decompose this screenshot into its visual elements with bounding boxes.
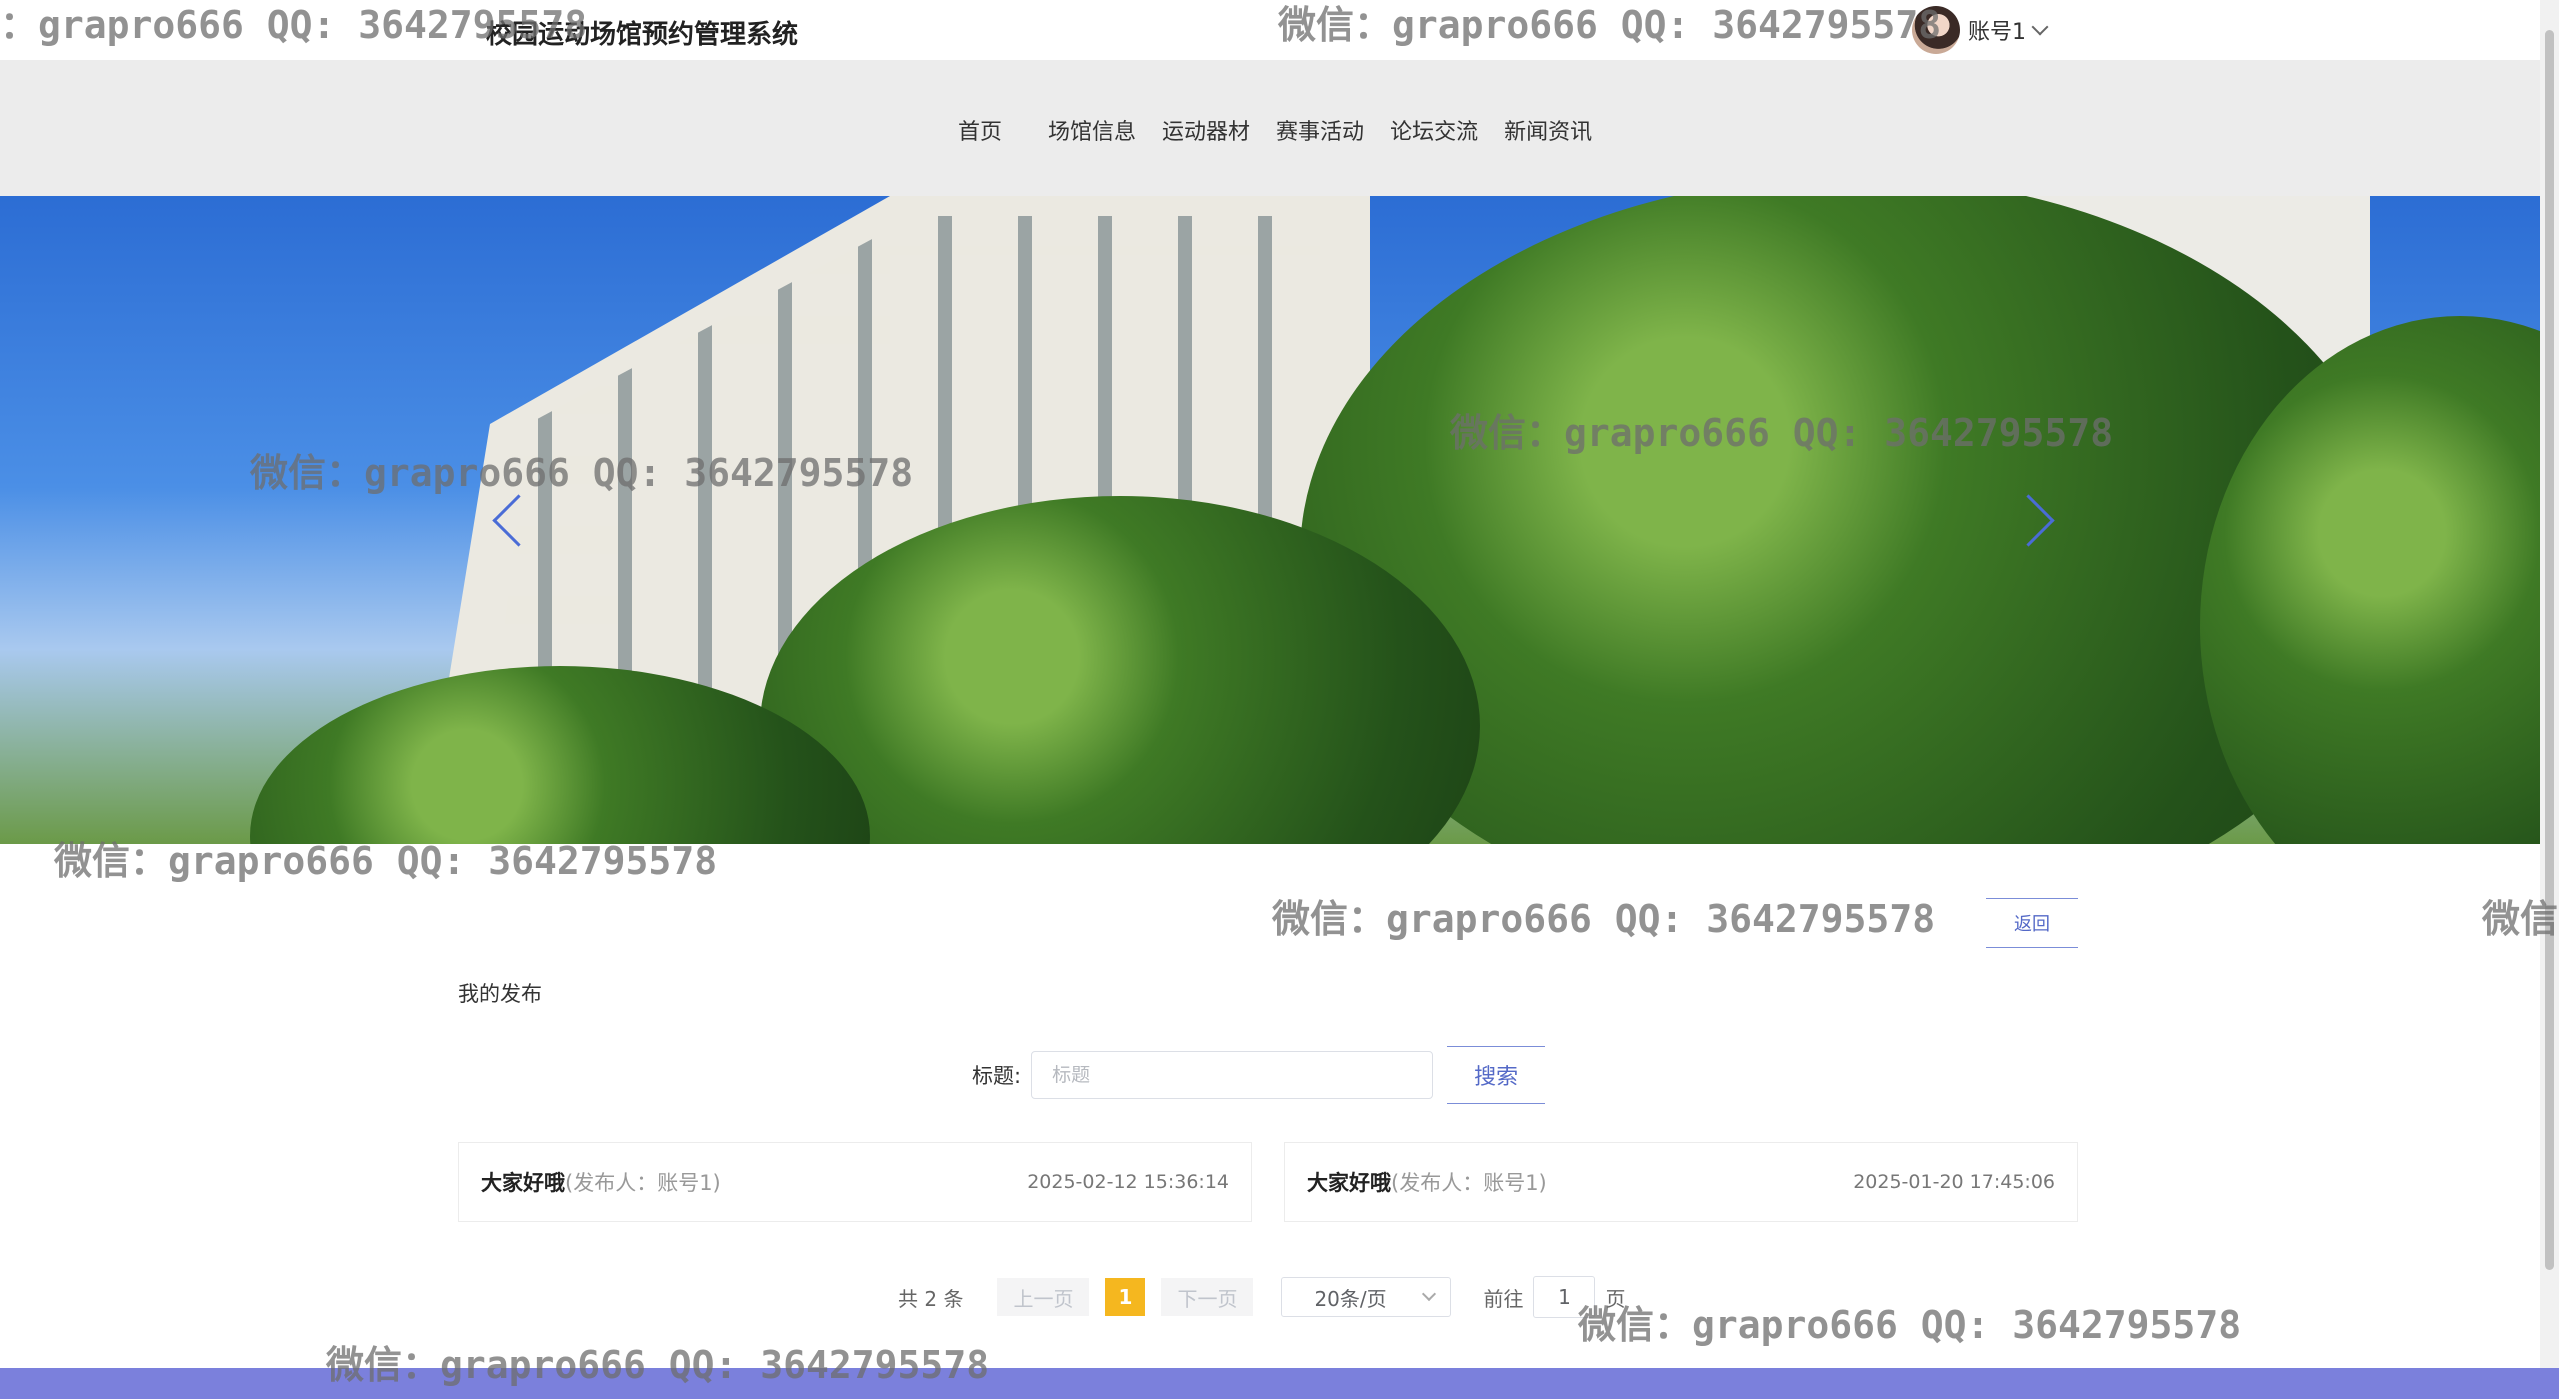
goto-label: 前往: [1483, 1286, 1524, 1311]
search-label: 标题:: [972, 1064, 1022, 1088]
back-button[interactable]: 返回: [1986, 898, 2078, 948]
pagination: 共 2 条 上一页 1 下一页 20条/页 前往 1 页: [898, 1276, 1625, 1318]
nav-item-equipment[interactable]: 运动器材: [1162, 114, 1250, 146]
avatar[interactable]: [1912, 6, 1960, 54]
search-bar: 标题: 搜索: [972, 1046, 1546, 1104]
site-title: 校园运动场馆预约管理系统: [486, 20, 799, 50]
watermark: 微信：grapro666 QQ: 3642795578: [1578, 1303, 2242, 1347]
next-page-button[interactable]: 下一页: [1161, 1278, 1254, 1316]
nav-item-forum[interactable]: 论坛交流: [1390, 114, 1478, 146]
list-item[interactable]: 大家好哦(发布人：账号1) 2025-01-20 17:45:06: [1284, 1142, 2078, 1222]
post-date: 2025-02-12 15:36:14: [1027, 1171, 1229, 1193]
page-suffix: 页: [1605, 1286, 1626, 1311]
page-jump-input[interactable]: 1: [1533, 1276, 1596, 1318]
page-size-select[interactable]: 20条/页: [1281, 1277, 1452, 1317]
post-author: (发布人：账号1): [1391, 1171, 1547, 1195]
list-item[interactable]: 大家好哦(发布人：账号1) 2025-02-12 15:36:14: [458, 1142, 1252, 1222]
chevron-down-icon[interactable]: [2031, 18, 2049, 36]
post-list: 大家好哦(发布人：账号1) 2025-02-12 15:36:14 大家好哦(发…: [458, 1142, 2078, 1222]
search-input[interactable]: [1031, 1051, 1434, 1099]
page-title: 我的发布: [458, 982, 542, 1006]
page-size-value: 20条/页: [1314, 1286, 1387, 1311]
page-number-button[interactable]: 1: [1105, 1278, 1146, 1316]
post-author: (发布人：账号1): [565, 1171, 721, 1195]
scrollbar-thumb[interactable]: [2545, 30, 2554, 1270]
footer-bar: [0, 1368, 2559, 1399]
nav-item-home[interactable]: 首页: [958, 114, 1002, 146]
pagination-total: 共 2 条: [898, 1286, 964, 1311]
nav-item-events[interactable]: 赛事活动: [1276, 114, 1364, 146]
watermark: 微信：grapro666 QQ: 3642795578: [1272, 897, 1936, 941]
main-nav: 首页 场馆信息 运动器材 赛事活动 论坛交流 新闻资讯: [0, 60, 2559, 196]
post-title[interactable]: 大家好哦: [1307, 1171, 1391, 1195]
user-name[interactable]: 账号1: [1968, 14, 2026, 46]
banner-carousel: [0, 196, 2540, 844]
prev-page-button[interactable]: 上一页: [997, 1278, 1090, 1316]
user-menu[interactable]: 账号1: [1912, 6, 2049, 54]
top-header: 校园运动场馆预约管理系统 账号1: [0, 0, 2559, 60]
chevron-down-icon: [1422, 1286, 1437, 1302]
search-button[interactable]: 搜索: [1447, 1046, 1546, 1104]
post-date: 2025-01-20 17:45:06: [1853, 1171, 2055, 1193]
nav-item-venues[interactable]: 场馆信息: [1048, 114, 1136, 146]
post-title[interactable]: 大家好哦: [481, 1171, 565, 1195]
nav-item-news[interactable]: 新闻资讯: [1504, 114, 1592, 146]
